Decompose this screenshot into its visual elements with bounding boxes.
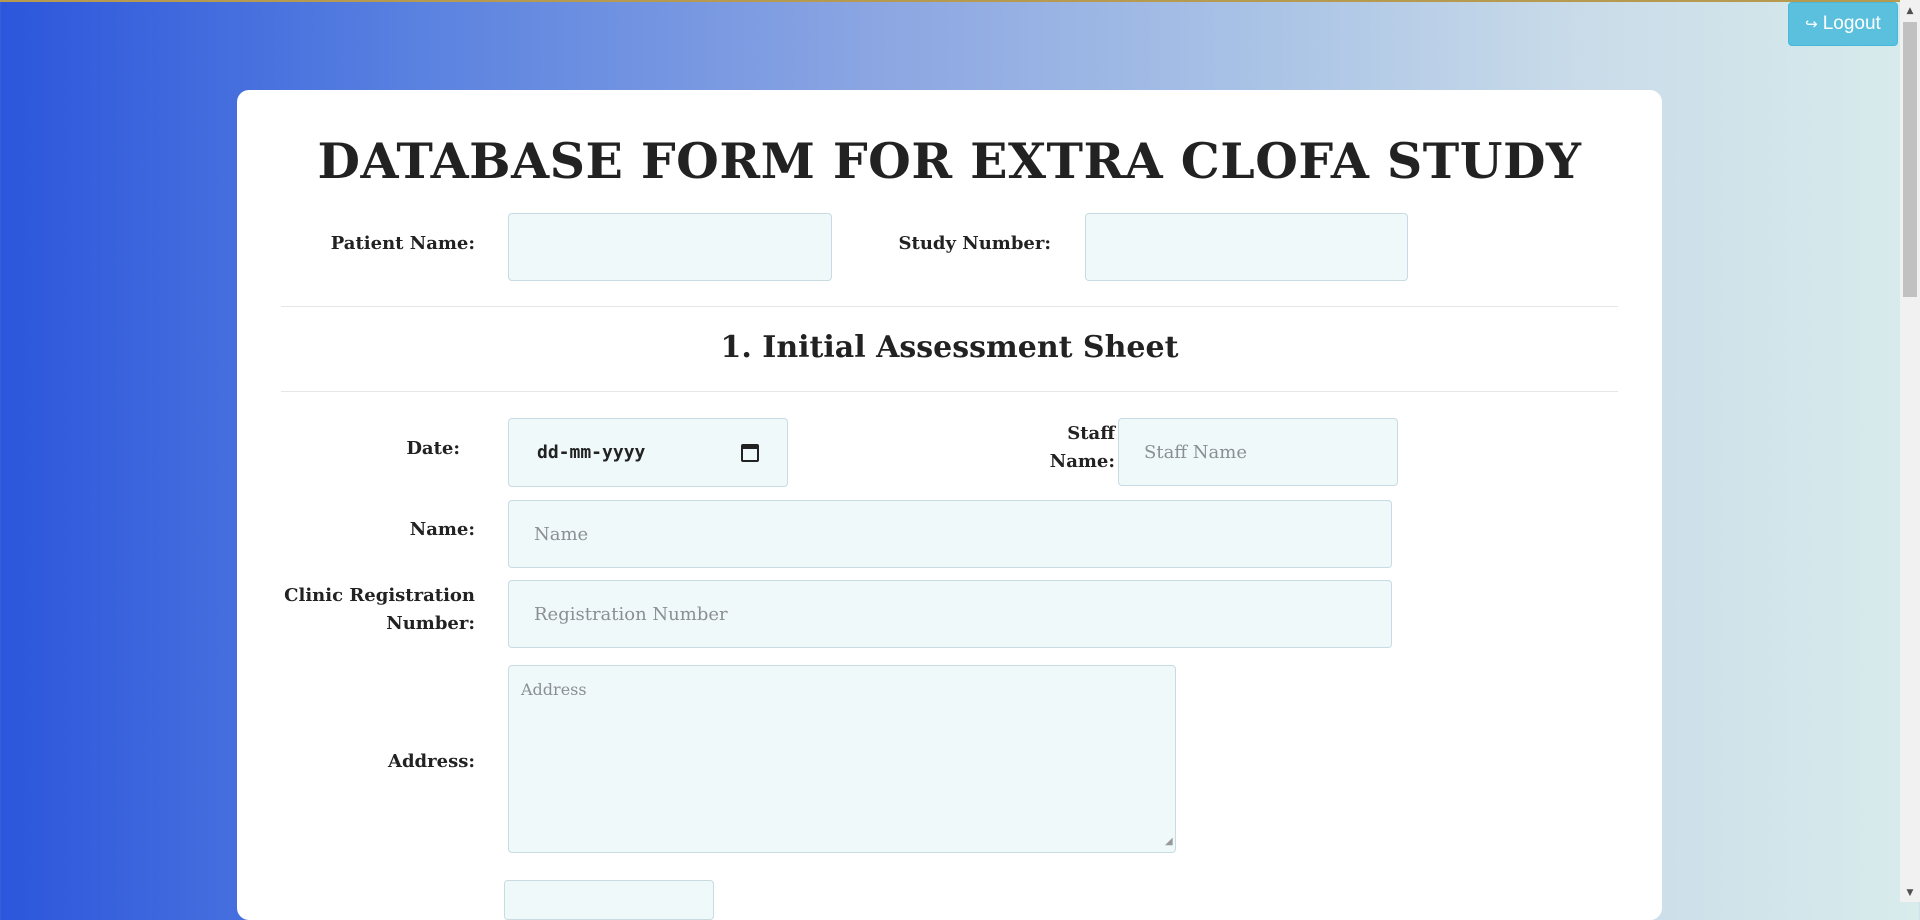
staff-label-line2: Name: — [1049, 451, 1115, 472]
registration-number-input[interactable] — [508, 580, 1392, 648]
date-input[interactable]: dd-mm-yyyy — [508, 418, 788, 487]
form-card: DATABASE FORM FOR EXTRA CLOFA STUDY Pati… — [237, 90, 1662, 920]
date-placeholder: dd-mm-yyyy — [537, 442, 646, 463]
address-textarea[interactable] — [508, 665, 1176, 853]
study-number-label: Study Number: — [898, 233, 1051, 254]
name-label: Name: — [409, 519, 475, 540]
patient-name-input[interactable] — [508, 213, 832, 281]
vertical-scrollbar[interactable]: ▲ ▼ — [1900, 0, 1920, 902]
section-title: 1. Initial Assessment Sheet — [720, 330, 1179, 365]
patient-name-label: Patient Name: — [330, 233, 475, 254]
page-title: DATABASE FORM FOR EXTRA CLOFA STUDY — [317, 132, 1582, 190]
study-number-input[interactable] — [1085, 213, 1408, 281]
scrollbar-thumb[interactable] — [1903, 22, 1917, 297]
divider — [281, 391, 1618, 392]
address-label: Address: — [388, 751, 475, 772]
scroll-down-arrow-icon[interactable]: ▼ — [1900, 884, 1920, 902]
staff-label-line1: Staff — [1067, 423, 1115, 444]
resize-handle-icon[interactable]: ◢ — [1165, 837, 1175, 847]
sign-out-icon: ↪ — [1805, 16, 1818, 33]
logout-label: Logout — [1822, 13, 1881, 34]
date-label: Date: — [406, 438, 460, 459]
staff-name-input[interactable] — [1118, 418, 1398, 486]
staff-name-label: Staff Name: — [1017, 420, 1115, 476]
next-field[interactable] — [504, 880, 714, 920]
top-accent-line — [0, 0, 1920, 2]
calendar-icon[interactable] — [741, 443, 759, 462]
name-input[interactable] — [508, 500, 1392, 568]
logout-button[interactable]: ↪ Logout — [1788, 2, 1898, 46]
clinic-label-line2: Number: — [386, 613, 475, 634]
scroll-up-arrow-icon[interactable]: ▲ — [1900, 2, 1920, 20]
divider — [281, 306, 1618, 307]
clinic-registration-label: Clinic Registration Number: — [237, 582, 475, 638]
clinic-label-line1: Clinic Registration — [284, 585, 475, 606]
